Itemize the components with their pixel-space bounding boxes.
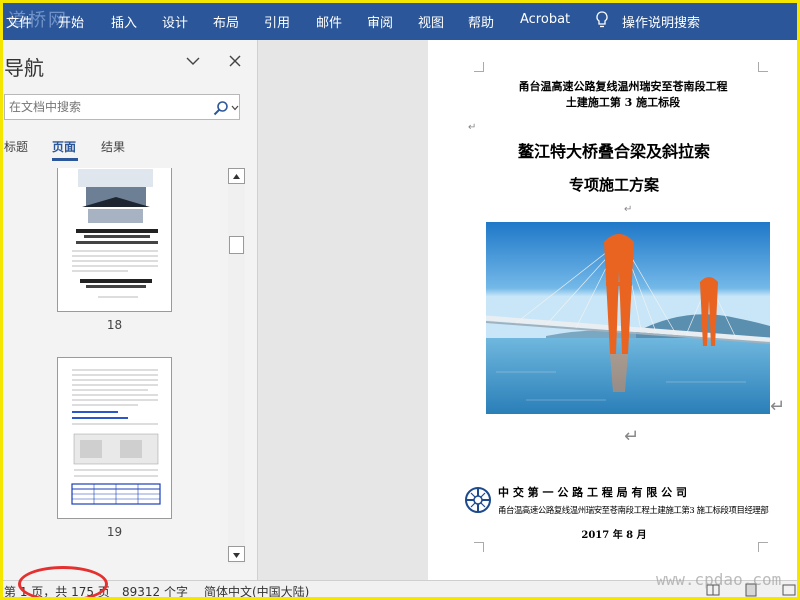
chevron-down-icon[interactable]: [186, 56, 200, 66]
triangle-down-icon: [233, 553, 240, 558]
scroll-down-button[interactable]: [228, 546, 245, 562]
paragraph-mark-icon: ↵: [468, 122, 477, 133]
paragraph-mark-icon: ↵: [624, 426, 640, 447]
active-tab-indicator: [52, 158, 78, 161]
doc-title-line-1: 鳌江特大桥叠合梁及斜拉索: [517, 142, 710, 161]
tab-references[interactable]: 引用: [264, 12, 290, 31]
thumbnails-scrollbar[interactable]: [228, 168, 245, 564]
tab-review[interactable]: 审阅: [367, 12, 393, 31]
nav-pane-title: 导航: [4, 56, 44, 80]
cable-stayed-bridge-image: [486, 222, 770, 414]
company-name: 中 交 第 一 公 路 工 程 局 有 限 公 司: [498, 486, 687, 499]
tab-acrobat[interactable]: Acrobat: [520, 12, 570, 27]
page-number-label: 19: [106, 525, 123, 539]
tab-view[interactable]: 视图: [418, 12, 444, 31]
page-number-label: 18: [106, 318, 123, 332]
page-thumbnails-list: 18 19: [0, 168, 226, 580]
tab-pages[interactable]: 页面: [52, 138, 76, 155]
margin-mark: [758, 542, 768, 552]
margin-mark: [758, 62, 768, 72]
triangle-up-icon: [233, 174, 240, 179]
chevron-down-icon[interactable]: [231, 105, 239, 111]
tab-help[interactable]: 帮助: [468, 12, 494, 31]
web-layout-icon[interactable]: [782, 583, 796, 597]
project-department: 甬台温高速公路复线温州瑞安至苍南段工程土建施工第3 施工标段项目经理部: [498, 505, 769, 515]
paragraph-mark-icon: ↵: [770, 396, 786, 417]
document-page[interactable]: 甬台温高速公路复线温州瑞安至苍南段工程 土建施工第 3 施工标段 ↵ 鳌江特大桥…: [428, 40, 800, 580]
ribbon-tab-bar: 道桥网 文件 开始 插入 设计 布局 引用 邮件 审阅 视图 帮助 Acroba…: [0, 0, 800, 40]
doc-header-line-2: 土建施工第 3 施工标段: [565, 96, 681, 109]
tab-insert[interactable]: 插入: [111, 12, 137, 31]
page-thumbnail[interactable]: [57, 168, 172, 312]
search-input[interactable]: [5, 95, 195, 119]
language-status[interactable]: 简体中文(中国大陆): [204, 583, 309, 600]
search-icon[interactable]: [213, 100, 229, 116]
tell-me-search[interactable]: 操作说明搜索: [622, 12, 700, 31]
scroll-up-button[interactable]: [228, 168, 245, 184]
close-icon[interactable]: [228, 54, 242, 68]
tab-layout[interactable]: 布局: [213, 12, 239, 31]
word-count-status[interactable]: 89312 个字: [122, 583, 188, 600]
tab-design[interactable]: 设计: [162, 12, 188, 31]
site-watermark: www.cpdao.com: [656, 570, 782, 589]
document-search-box[interactable]: [4, 94, 240, 120]
scrollbar-thumb[interactable]: [229, 236, 244, 254]
company-logo: [465, 487, 491, 513]
annotation-ring: [18, 566, 108, 600]
margin-mark: [474, 62, 484, 72]
tab-home[interactable]: 开始: [58, 12, 84, 31]
document-date: 2017 年 8 月: [581, 530, 647, 541]
tab-headings[interactable]: 标题: [4, 138, 28, 155]
doc-title-line-2: 专项施工方案: [568, 176, 659, 194]
page-thumbnail[interactable]: [57, 357, 172, 519]
margin-mark: [474, 542, 484, 552]
tab-results[interactable]: 结果: [101, 138, 125, 155]
bridge-photo[interactable]: [486, 222, 770, 414]
tab-file[interactable]: 文件: [6, 12, 32, 31]
paragraph-mark-icon: ↵: [624, 204, 633, 215]
page-18-preview: [72, 169, 158, 298]
page-19-preview: [71, 369, 161, 505]
doc-header-line-1: 甬台温高速公路复线温州瑞安至苍南段工程: [518, 80, 728, 93]
tab-mailings[interactable]: 邮件: [316, 12, 342, 31]
lightbulb-icon: [596, 11, 608, 28]
